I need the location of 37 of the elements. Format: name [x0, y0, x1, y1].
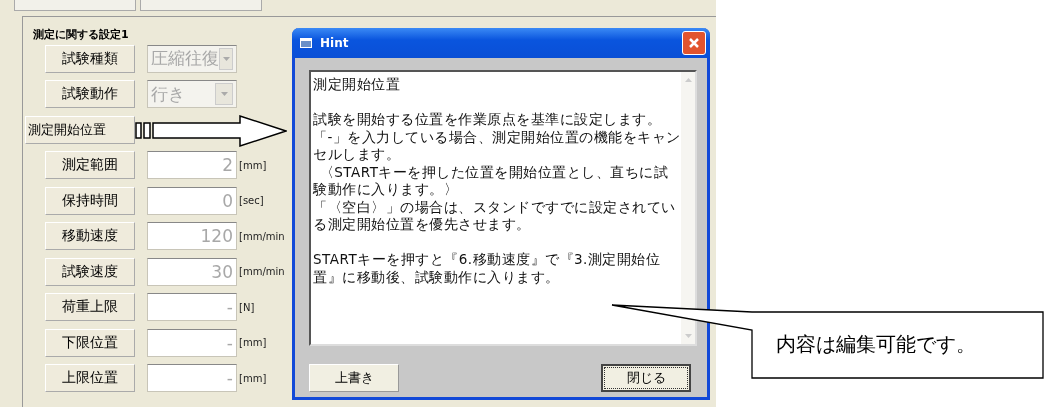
scroll-down-icon[interactable] — [684, 334, 692, 338]
hint-paragraph: 試験を開始する位置を作業原点を基準に設定します。 — [313, 111, 662, 129]
dropdown-icon — [219, 47, 233, 70]
overwrite-button[interactable]: 上書き — [309, 364, 399, 392]
unit-label: [N] — [239, 301, 255, 313]
window-icon — [300, 38, 312, 48]
field-label-button[interactable]: 試験種類 — [45, 44, 135, 73]
field-label-button[interactable]: 試験動作 — [45, 80, 135, 109]
field-label-button[interactable]: 下限位置 — [45, 328, 135, 357]
unit-label: [mm/min — [239, 230, 285, 242]
hint-paragraph: STARTキーを押すと『6.移動速度』で『3.測定開始位置』に移動後、試験動作に入ります。 — [313, 251, 662, 286]
hint-paragraph: 〈STARTキーを押した位置を開始位置とし、直ちに試験動作に入ります。〉 — [313, 163, 670, 199]
group-title: 測定に関する設定1 — [33, 27, 129, 42]
dropdown-icon — [215, 83, 233, 106]
callout-text: 内容は編集可能です。 — [776, 331, 976, 357]
unit-label: [mm/min — [239, 266, 285, 278]
tab[interactable] — [140, 0, 262, 11]
field-label-button[interactable]: 測定開始位置 — [25, 115, 135, 144]
field-label-button[interactable]: 試験速度 — [45, 257, 135, 286]
unit-label: [mm] — [239, 337, 267, 349]
unit-label: [sec] — [239, 195, 264, 207]
hint-heading: 測定開始位置 — [313, 76, 401, 94]
field-label-button[interactable]: 荷重上限 — [45, 293, 135, 322]
tab[interactable] — [14, 0, 136, 11]
field-label-button[interactable]: 移動速度 — [45, 222, 135, 251]
field-label-button[interactable]: 保持時間 — [45, 186, 135, 215]
field-label-button[interactable]: 上限位置 — [45, 364, 135, 393]
field-label-button[interactable]: 測定範囲 — [45, 151, 135, 180]
close-button[interactable]: 閉じる — [601, 364, 691, 392]
unit-label: [mm] — [239, 159, 267, 171]
window-title: Hint — [320, 36, 350, 50]
hint-paragraph: 「-」を入力している場合、測定開始位置の機能をキャンセルします。 — [313, 128, 681, 164]
unit-label: [mm] — [239, 372, 267, 384]
hint-paragraph: 「〈空白〉」の場合は、スタンドですでに設定されている測定開始位置を優先させます。 — [313, 198, 677, 234]
close-icon[interactable] — [682, 31, 706, 55]
text-area[interactable]: 測定開始位置 試験を開始する位置を作業原点を基準に設定します。 「-」を入力している場合、測定開始位置の機能をキャンセルします。 〈STARTキーを押した位置を開始位置とし、直ちに試験動作に入ります。〉 「〈空白〉」の場合は、スタンドですでに設定されている測定開始位置を優先させます。 STARTキーを押すと『6.移動速度』で『3.測定開始位置』に移動後、試験動作に入ります。 — [309, 70, 697, 346]
scroll-up-icon[interactable] — [684, 78, 692, 82]
